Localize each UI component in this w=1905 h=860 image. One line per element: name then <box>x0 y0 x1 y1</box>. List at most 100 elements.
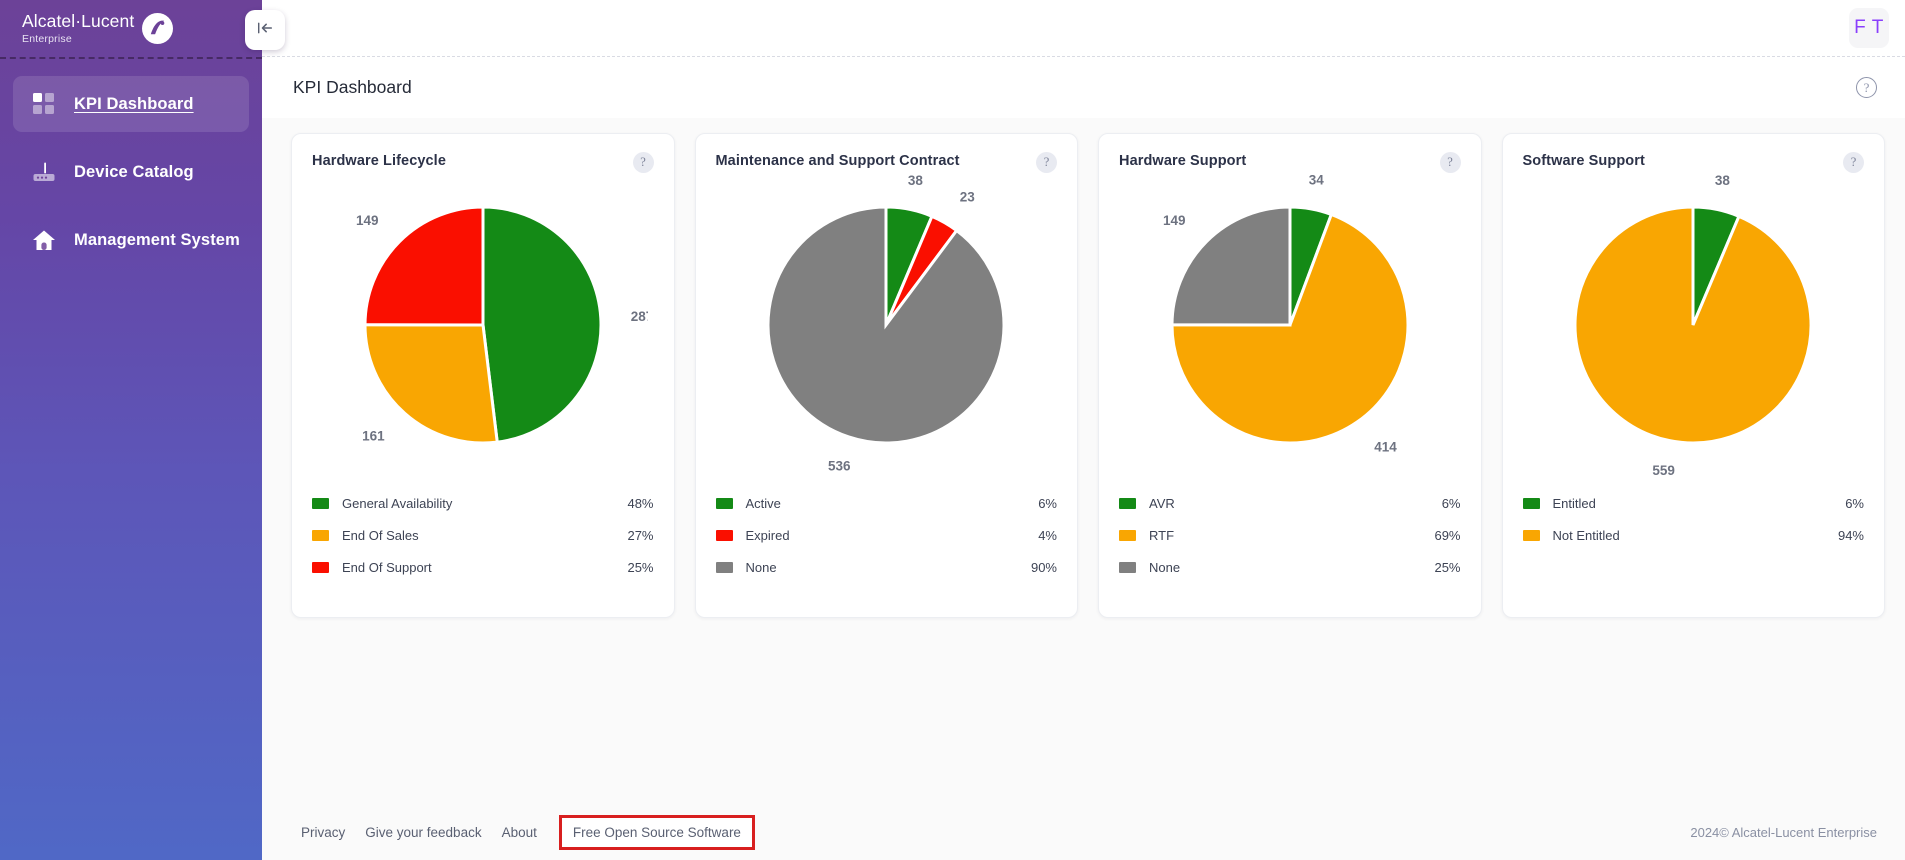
main-area: F T KPI Dashboard ? Hardware Lifecycle ?… <box>262 0 1905 860</box>
pie-data-label: 414 <box>1374 440 1397 455</box>
pie-data-label: 34 <box>1309 175 1325 187</box>
router-device-icon <box>31 159 57 185</box>
legend-item[interactable]: AVR 6% <box>1119 487 1461 519</box>
home-icon <box>31 227 57 253</box>
footer-link[interactable]: Free Open Source Software <box>558 814 755 850</box>
pie-chart: 287 161 149 <box>312 175 654 475</box>
legend-color-swatch <box>1522 497 1540 509</box>
card-header: Maintenance and Support Contract ? <box>715 152 1057 173</box>
legend-item[interactable]: Active 6% <box>715 487 1057 519</box>
pie-slice[interactable] <box>1170 205 1292 327</box>
footer-copyright: 2024© Alcatel-Lucent Enterprise <box>1690 824 1877 840</box>
legend-item[interactable]: None 25% <box>1119 551 1461 583</box>
brand-name: Alcatel·Lucent <box>22 11 135 32</box>
legend-label: Expired <box>745 527 790 543</box>
sidebar-divider <box>0 57 262 59</box>
pie-data-label: 287 <box>630 309 647 324</box>
pie-slice[interactable] <box>1573 205 1813 445</box>
dashboard-content: Hardware Lifecycle ? 287 161 149 General A… <box>262 118 1905 804</box>
chart-legend: AVR 6% RTF 69% None 25% <box>1119 487 1461 583</box>
legend-item[interactable]: End Of Sales 27% <box>312 519 654 551</box>
legend-label: None <box>745 559 777 575</box>
sidebar-item-label: Management System <box>74 230 240 249</box>
legend-color-swatch <box>1119 561 1136 573</box>
app-root: Alcatel·Lucent Enterprise KPI Dashboard … <box>0 0 1905 860</box>
legend-color-swatch <box>312 561 329 573</box>
legend-color-swatch <box>715 529 733 541</box>
legend-percent: 69% <box>1434 527 1461 543</box>
legend-label: General Availability <box>342 495 453 511</box>
kpi-card: Hardware Support ? 34 414 149 AVR 6% RTF 6… <box>1098 133 1482 618</box>
sidebar-item-kpi-dashboard[interactable]: KPI Dashboard <box>13 76 249 132</box>
legend-percent: 94% <box>1837 527 1864 543</box>
question-mark-icon[interactable]: ? <box>1843 152 1864 173</box>
footer-link[interactable]: Give your feedback <box>355 819 491 846</box>
legend-label: End Of Support <box>342 559 432 575</box>
card-title: Maintenance and Support Contract <box>715 153 960 169</box>
legend-color-swatch <box>715 561 733 573</box>
pie-chart: 34 414 149 <box>1119 175 1461 475</box>
sidebar: Alcatel·Lucent Enterprise KPI Dashboard … <box>0 0 285 860</box>
legend-color-swatch <box>312 529 329 541</box>
chart-legend: General Availability 48% End Of Sales 27… <box>312 487 654 583</box>
legend-item[interactable]: RTF 69% <box>1119 519 1461 551</box>
avatar-initials: F T <box>1854 17 1884 38</box>
page-header: KPI Dashboard ? <box>262 57 1905 118</box>
pie-slice[interactable] <box>363 323 499 445</box>
pie-data-label: 38 <box>908 175 924 188</box>
question-mark-icon[interactable]: ? <box>1439 152 1461 173</box>
legend-percent: 6% <box>1845 495 1864 511</box>
legend-percent: 27% <box>627 527 654 543</box>
legend-item[interactable]: General Availability 48% <box>312 487 654 519</box>
legend-item[interactable]: Not Entitled 94% <box>1522 519 1864 551</box>
footer: Privacy Give your feedback About Free Open … <box>262 804 1905 860</box>
card-title: Hardware Lifecycle <box>312 153 446 169</box>
card-header: Hardware Lifecycle ? <box>312 152 654 173</box>
sidebar-nav: KPI Dashboard Device Catalog Management … <box>0 59 262 268</box>
card-title: Software Support <box>1522 153 1645 169</box>
legend-item[interactable]: End Of Support 25% <box>312 551 654 583</box>
legend-percent: 25% <box>1434 559 1461 575</box>
legend-item[interactable]: None 90% <box>715 551 1057 583</box>
pie-slice[interactable] <box>363 205 485 327</box>
legend-percent: 48% <box>627 495 654 511</box>
pie-data-label: 23 <box>960 190 976 205</box>
user-initials-avatar[interactable]: F T <box>1849 8 1889 48</box>
question-mark-icon[interactable]: ? <box>632 152 654 173</box>
alcatel-lucent-logo-icon <box>142 13 174 44</box>
sidebar-collapse-button[interactable] <box>245 10 285 50</box>
card-header: Software Support ? <box>1522 152 1864 173</box>
legend-label: Not Entitled <box>1552 527 1620 543</box>
pie-data-label: 161 <box>362 429 385 444</box>
legend-item[interactable]: Entitled 6% <box>1522 487 1864 519</box>
sidebar-item-management-system[interactable]: Management System <box>13 212 249 268</box>
sidebar-item-device-catalog[interactable]: Device Catalog <box>13 144 249 200</box>
card-header: Hardware Support ? <box>1119 152 1461 173</box>
grid-squares-icon <box>31 91 57 117</box>
chart-legend: Active 6% Expired 4% None 90% <box>715 487 1057 583</box>
pie-slice[interactable] <box>766 205 1006 445</box>
card-title: Hardware Support <box>1119 153 1247 169</box>
sidebar-item-label: KPI Dashboard <box>74 94 194 113</box>
collapse-left-icon <box>255 18 275 43</box>
top-bar: F T <box>262 0 1905 57</box>
legend-item[interactable]: Expired 4% <box>715 519 1057 551</box>
question-mark-circle-icon[interactable]: ? <box>1856 77 1877 98</box>
page-title: KPI Dashboard <box>293 77 412 97</box>
kpi-card: Software Support ? 38 559 Entitled 6% Not… <box>1501 133 1885 618</box>
pie-data-label: 149 <box>1163 213 1186 228</box>
pie-data-label: 536 <box>828 458 851 473</box>
footer-link[interactable]: Privacy <box>291 819 355 846</box>
legend-color-swatch <box>715 497 733 509</box>
sidebar-item-label: Device Catalog <box>74 162 194 181</box>
pie-data-label: 38 <box>1715 175 1731 188</box>
legend-color-swatch <box>1522 529 1540 541</box>
legend-color-swatch <box>312 497 329 509</box>
question-mark-icon[interactable]: ? <box>1036 152 1057 173</box>
legend-percent: 4% <box>1038 527 1057 543</box>
pie-chart: 38 559 <box>1523 175 1865 475</box>
pie-data-label: 559 <box>1653 463 1676 475</box>
pie-slice[interactable] <box>481 205 603 444</box>
footer-link[interactable]: About <box>492 819 547 846</box>
legend-color-swatch <box>1119 529 1136 541</box>
